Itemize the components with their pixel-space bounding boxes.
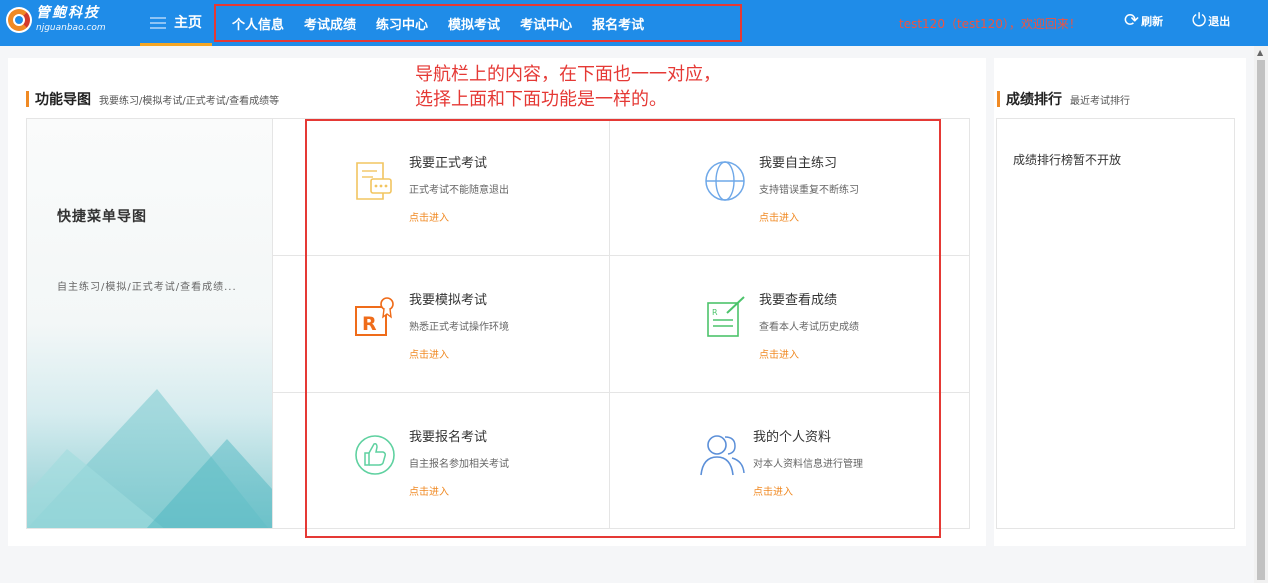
- ranking-empty-message: 成绩排行榜暂不开放: [1013, 153, 1122, 167]
- users-icon: [700, 435, 745, 476]
- quick-menu-subtitle: 自主练习/模拟/正式考试/查看成绩...: [57, 282, 237, 293]
- mock-exam-title: 我要模拟考试: [409, 293, 488, 308]
- view-scores-desc: 查看本人考试历史成绩: [759, 322, 859, 333]
- ranking-header: 成绩排行 最近考试排行: [997, 89, 1130, 109]
- menu-icon[interactable]: [150, 17, 166, 29]
- mock-exam-desc: 熟悉正式考试操作环境: [409, 322, 509, 333]
- logo-icon: [6, 7, 32, 33]
- refresh-icon: ⟳: [1124, 10, 1140, 31]
- annotation-line-1: 导航栏上的内容，在下面也一一对应，: [415, 64, 721, 85]
- ranking-title: 成绩排行: [1006, 92, 1062, 108]
- scrollbar-thumb[interactable]: [1257, 60, 1265, 580]
- register-exam-desc: 自主报名参加相关考试: [409, 459, 509, 470]
- quick-menu-panel: 快捷菜单导图 自主练习/模拟/正式考试/查看成绩...: [27, 119, 272, 528]
- refresh-button[interactable]: ⟳ 刷新: [1124, 12, 1163, 30]
- self-practice-title: 我要自主练习: [759, 156, 838, 171]
- profile-tile[interactable]: 我的个人资料 对本人资料信息进行管理 点击进入: [697, 424, 997, 560]
- ranking-panel: [996, 118, 1235, 529]
- nav-item-exam-center[interactable]: 考试中心: [520, 14, 572, 33]
- page-scrollbar[interactable]: ▲: [1254, 46, 1268, 583]
- globe-icon: [705, 161, 745, 201]
- report-edit-icon: R: [707, 296, 745, 337]
- scroll-up-icon[interactable]: ▲: [1257, 48, 1263, 57]
- view-scores-title: 我要查看成绩: [759, 293, 838, 308]
- top-navbar: 管鲍科技 njguanbao.com 主页 个人信息 考试成绩 练习中心 模拟考…: [0, 0, 1268, 46]
- nav-home-label: 主页: [174, 15, 202, 31]
- view-scores-link[interactable]: 点击进入: [759, 346, 799, 361]
- self-practice-link[interactable]: 点击进入: [759, 209, 799, 224]
- formal-exam-desc: 正式考试不能随意退出: [409, 185, 509, 196]
- nav-item-register-exam[interactable]: 报名考试: [592, 14, 644, 33]
- certificate-icon: R: [355, 297, 394, 336]
- power-icon: ⏻: [1192, 10, 1207, 31]
- logout-button[interactable]: ⏻ 退出: [1192, 12, 1230, 30]
- brand: 管鲍科技 njguanbao.com: [36, 5, 106, 34]
- annotation-note: 导航栏上的内容，在下面也一一对应， 选择上面和下面功能是一样的。: [415, 62, 721, 112]
- formal-exam-title: 我要正式考试: [409, 156, 488, 171]
- welcome-message: test120（test120），欢迎回来！: [899, 17, 1081, 31]
- register-exam-link[interactable]: 点击进入: [409, 483, 449, 498]
- function-map-subtitle: 我要练习/模拟考试/正式考试/查看成绩等: [99, 96, 280, 107]
- refresh-label: 刷新: [1141, 15, 1164, 28]
- nav-item-mock-exam[interactable]: 模拟考试: [448, 14, 500, 33]
- nav-item-exam-scores[interactable]: 考试成绩: [304, 14, 356, 33]
- nav-item-practice-center[interactable]: 练习中心: [376, 14, 428, 33]
- nav-menu-highlighted: 个人信息 考试成绩 练习中心 模拟考试 考试中心 报名考试: [214, 4, 742, 42]
- thumbs-up-icon: [355, 435, 395, 475]
- logout-label: 退出: [1208, 15, 1231, 28]
- formal-exam-tile[interactable]: 我要正式考试 正式考试不能随意退出 点击进入: [350, 150, 650, 286]
- mock-exam-tile[interactable]: R 我要模拟考试 熟悉正式考试操作环境 点击进入: [350, 287, 650, 423]
- nav-item-personal-info[interactable]: 个人信息: [232, 14, 284, 33]
- ranking-subtitle: 最近考试排行: [1070, 96, 1130, 107]
- self-practice-desc: 支持错误重复不断练习: [759, 185, 859, 196]
- brand-url: njguanbao.com: [36, 23, 106, 33]
- document-chat-icon: [356, 162, 392, 200]
- brand-name: 管鲍科技: [36, 5, 100, 21]
- self-practice-tile[interactable]: 我要自主练习 支持错误重复不断练习 点击进入: [703, 150, 1003, 286]
- mock-exam-link[interactable]: 点击进入: [409, 346, 449, 361]
- register-exam-tile[interactable]: 我要报名考试 自主报名参加相关考试 点击进入: [350, 424, 650, 560]
- register-exam-title: 我要报名考试: [409, 430, 488, 445]
- grid-divider: [272, 119, 273, 528]
- function-map-title: 功能导图: [35, 92, 91, 108]
- svg-text:R: R: [362, 313, 377, 335]
- profile-title: 我的个人资料: [753, 430, 832, 445]
- view-scores-tile[interactable]: R 我要查看成绩 查看本人考试历史成绩 点击进入: [703, 287, 1003, 423]
- quick-menu-title: 快捷菜单导图: [57, 209, 147, 225]
- formal-exam-link[interactable]: 点击进入: [409, 209, 449, 224]
- profile-desc: 对本人资料信息进行管理: [753, 459, 863, 470]
- annotation-line-2: 选择上面和下面功能是一样的。: [415, 89, 667, 110]
- profile-link[interactable]: 点击进入: [753, 483, 793, 498]
- svg-text:R: R: [712, 308, 718, 317]
- function-map-header: 功能导图 我要练习/模拟考试/正式考试/查看成绩等: [26, 89, 279, 109]
